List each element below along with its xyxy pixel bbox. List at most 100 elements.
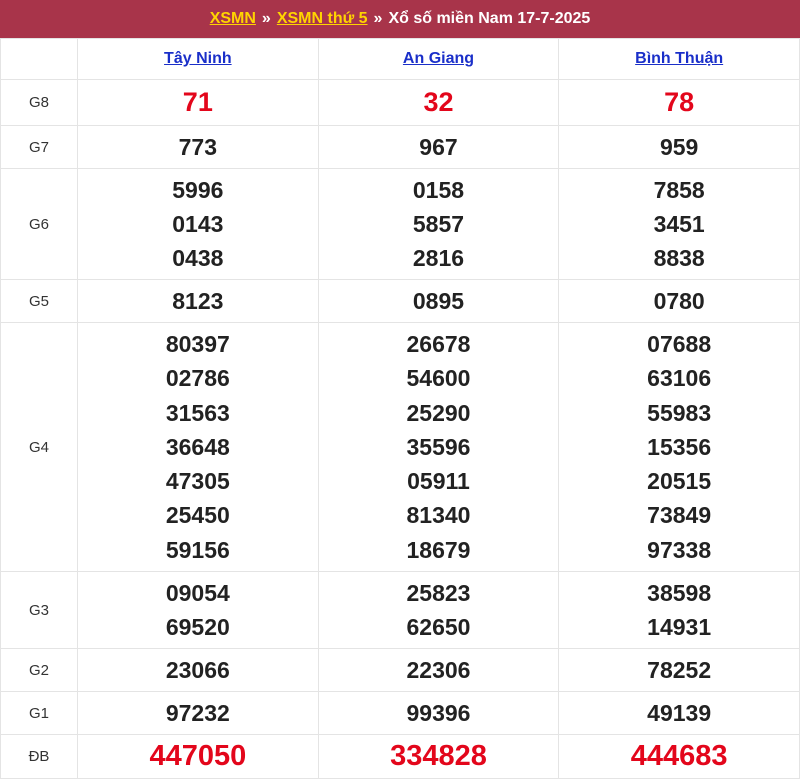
winning-number: 2816 (412, 245, 465, 272)
prize-cell: 967 (317, 125, 560, 169)
winning-number: 0438 (172, 245, 224, 272)
prize-row-db: ĐB 447050 334828 444683 (0, 734, 800, 779)
winning-number: 25290 (406, 399, 471, 426)
prize-cell: 7858 3451 8838 (558, 168, 800, 280)
prize-row-g4: G4 80397 02786 31563 36648 47305 25450 59156 266… (0, 322, 800, 572)
prize-cell: 0895 (317, 279, 560, 323)
prize-cell: 22306 (317, 648, 560, 692)
winning-number: 334828 (390, 740, 487, 773)
winning-number: 8123 (172, 287, 224, 314)
winning-number: 0143 (172, 210, 224, 237)
prize-row-g6: G6 5996 0143 0438 0158 5857 2816 7858 3451 8838 (0, 168, 800, 280)
prize-cell: 773 (77, 125, 319, 169)
winning-number: 26678 (406, 330, 471, 357)
winning-number: 15356 (647, 433, 712, 460)
winning-number: 18679 (406, 536, 471, 563)
page-title: Xổ số miền Nam 17-7-2025 (388, 10, 591, 27)
prize-cell: 447050 (77, 734, 319, 779)
prize-label: G6 (0, 168, 78, 280)
results-table: Tây Ninh An Giang Bình Thuận G8 71 32 78 G7 7… (0, 38, 800, 779)
winning-number: 36648 (165, 433, 230, 460)
province-header-row: Tây Ninh An Giang Bình Thuận (0, 38, 800, 80)
prize-cell: 25823 62650 (317, 571, 560, 649)
prize-row-g8: G8 71 32 78 (0, 79, 800, 126)
prize-label: ĐB (0, 734, 78, 779)
winning-number: 8838 (653, 245, 705, 272)
winning-number: 0895 (412, 287, 465, 314)
winning-number: 07688 (647, 330, 712, 357)
prize-cell: 38598 14931 (558, 571, 800, 649)
prize-cell: 09054 69520 (77, 571, 319, 649)
prize-cell: 0780 (558, 279, 800, 323)
prize-label: G7 (0, 125, 78, 169)
winning-number: 959 (659, 133, 699, 160)
prize-cell: 71 (77, 79, 319, 126)
winning-number: 25450 (165, 502, 230, 529)
winning-number: 22306 (406, 656, 471, 683)
prize-row-g2: G2 23066 22306 78252 (0, 648, 800, 692)
prize-cell: 80397 02786 31563 36648 47305 25450 59156 (77, 322, 319, 572)
prize-cell: 99396 (317, 691, 560, 735)
prize-cell: 07688 63106 55983 15356 20515 73849 97338 (558, 322, 800, 572)
winning-number: 81340 (406, 502, 471, 529)
xsmn-link[interactable]: XSMN (210, 10, 256, 28)
prize-label: G5 (0, 279, 78, 323)
prize-label: G2 (0, 648, 78, 692)
province-link-binh-thuan[interactable]: Bình Thuận (635, 50, 723, 67)
winning-number: 59156 (165, 536, 230, 563)
winning-number: 97338 (647, 536, 712, 563)
winning-number: 25823 (406, 579, 471, 606)
prize-cell: 78252 (558, 648, 800, 692)
winning-number: 69520 (165, 614, 230, 640)
prize-cell: 959 (558, 125, 800, 169)
winning-number: 0158 (412, 176, 465, 203)
prize-cell: 26678 54600 25290 35596 05911 81340 18679 (317, 322, 560, 572)
prize-row-g1: G1 97232 99396 49139 (0, 691, 800, 735)
prize-cell: 334828 (317, 734, 560, 779)
winning-number: 31563 (165, 399, 230, 426)
winning-number: 32 (423, 87, 454, 118)
winning-number: 447050 (149, 740, 247, 773)
winning-number: 78 (664, 87, 695, 118)
winning-number: 47305 (165, 468, 230, 495)
prize-cell: 78 (558, 79, 800, 126)
winning-number: 78252 (647, 656, 712, 683)
winning-number: 97232 (165, 699, 230, 726)
province-link-an-giang[interactable]: An Giang (403, 50, 474, 67)
winning-number: 3451 (653, 210, 705, 237)
prize-cell: 32 (317, 79, 560, 126)
winning-number: 63106 (647, 365, 712, 392)
province-link-tay-ninh[interactable]: Tây Ninh (164, 50, 232, 67)
winning-number: 62650 (406, 614, 471, 640)
winning-number: 5857 (412, 210, 465, 237)
prize-label: G8 (0, 79, 78, 126)
winning-number: 967 (419, 133, 458, 160)
winning-number: 773 (178, 133, 218, 160)
winning-number: 35596 (406, 433, 471, 460)
results-header: XSMN » XSMN thứ 5 » Xổ số miền Nam 17-7-… (0, 0, 800, 38)
winning-number: 49139 (647, 699, 712, 726)
winning-number: 0780 (653, 287, 705, 314)
prize-cell: 49139 (558, 691, 800, 735)
prize-row-g3: G3 09054 69520 25823 62650 38598 14931 (0, 571, 800, 649)
winning-number: 99396 (406, 699, 471, 726)
winning-number: 73849 (647, 502, 712, 529)
winning-number: 55983 (647, 399, 712, 426)
prize-column-header (0, 38, 78, 80)
prize-cell: 5996 0143 0438 (77, 168, 319, 280)
winning-number: 7858 (653, 176, 705, 203)
prize-label: G3 (0, 571, 78, 649)
xsmn-thursday-link[interactable]: XSMN thứ 5 (277, 10, 368, 28)
winning-number: 80397 (165, 330, 230, 357)
winning-number: 5996 (172, 176, 224, 203)
winning-number: 444683 (630, 740, 728, 773)
prize-cell: 97232 (77, 691, 319, 735)
prize-cell: 8123 (77, 279, 319, 323)
winning-number: 71 (182, 87, 213, 118)
winning-number: 14931 (647, 614, 712, 640)
winning-number: 05911 (407, 468, 470, 495)
prize-label: G4 (0, 322, 78, 572)
prize-row-g7: G7 773 967 959 (0, 125, 800, 169)
prize-cell: 0158 5857 2816 (317, 168, 560, 280)
prize-cell: 444683 (558, 734, 800, 779)
